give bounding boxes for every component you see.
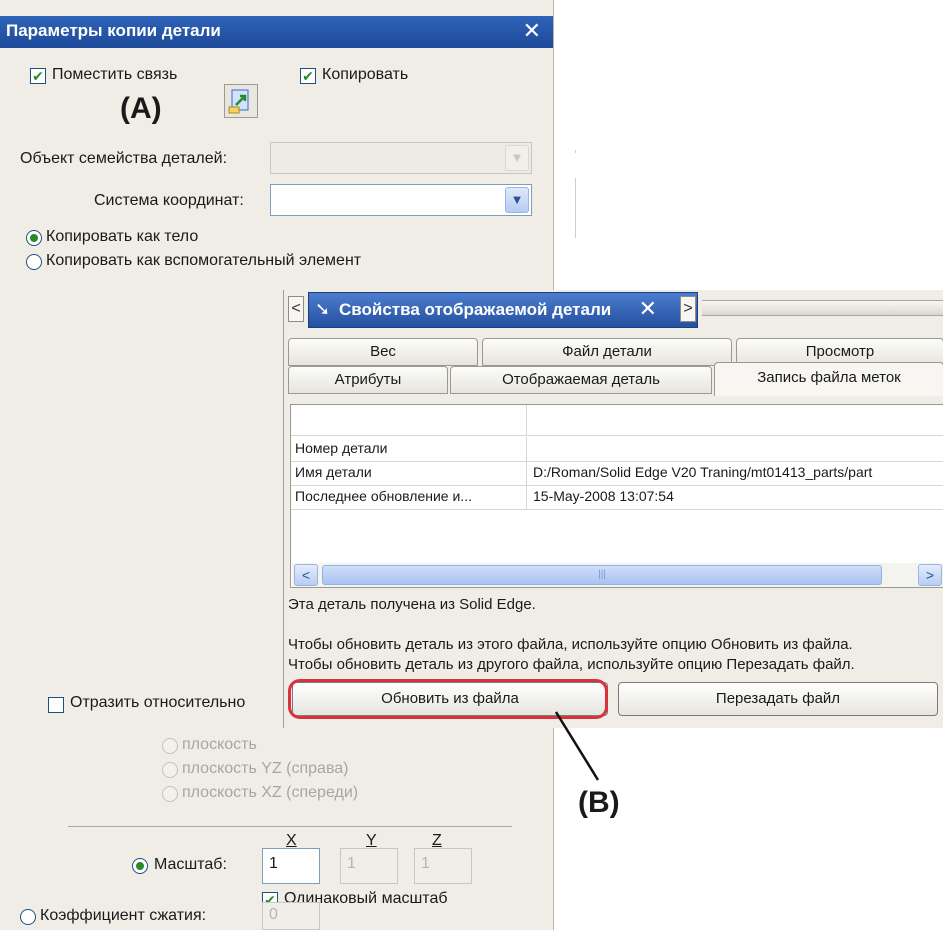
mirror-checkbox[interactable] <box>48 697 64 713</box>
copy-as-body-label: Копировать как тело <box>46 228 199 245</box>
row-name: Последнее обновление и... <box>291 485 527 509</box>
source-text: Эта деталь получена из Solid Edge. <box>288 596 536 613</box>
table-row[interactable]: Номер детали <box>291 437 943 462</box>
link-options-icon[interactable] <box>224 84 258 118</box>
plane-xz-radio[interactable] <box>162 786 178 802</box>
row-name: Номер детали <box>291 437 527 461</box>
annotation-a: (A) <box>120 92 162 125</box>
scale-z-input[interactable]: 1 <box>414 848 472 884</box>
scale-y-input[interactable]: 1 <box>340 848 398 884</box>
grid-header-cell <box>531 405 943 435</box>
scroll-left-button[interactable]: < <box>294 564 318 586</box>
row-name: Имя детали <box>291 461 527 485</box>
plane-yz-label: плоскость YZ (справа) <box>182 760 349 777</box>
dialog-title-bar: Параметры копии детали ✕ <box>0 16 553 48</box>
copy-label: Копировать <box>322 66 409 83</box>
row-value <box>531 437 943 461</box>
family-member-combo[interactable]: ▼ <box>270 142 532 174</box>
properties-title-bar: < ➘ Свойства отображаемой детали ✕ > <box>284 290 943 330</box>
chevron-down-icon[interactable]: ▼ <box>505 187 529 213</box>
shrink-input[interactable]: 0 <box>262 902 320 930</box>
hint-line-1: Чтобы обновить деталь из этого файла, ис… <box>288 636 853 653</box>
tab-displayed-part[interactable]: Отображаемая деталь <box>450 366 712 394</box>
canvas-mark <box>575 150 576 153</box>
close-icon[interactable]: ✕ <box>639 296 657 322</box>
title-bar-filler <box>702 300 943 316</box>
table-row[interactable]: Последнее обновление и... 15-May-2008 13… <box>291 485 943 510</box>
plane-xz-label: плоскость XZ (спереди) <box>182 784 359 801</box>
chevron-down-icon[interactable]: ▼ <box>505 145 529 171</box>
annotation-b: (B) <box>578 786 620 819</box>
copy-checkbox[interactable]: ✔ <box>300 68 316 84</box>
scale-x-input[interactable]: 1 <box>262 848 320 884</box>
shrink-radio[interactable] <box>20 909 36 925</box>
properties-caption: ➘ Свойства отображаемой детали ✕ <box>308 292 698 328</box>
scroll-thumb[interactable]: ||| <box>322 565 882 585</box>
callout-line <box>554 711 600 781</box>
coord-system-combo[interactable]: ▼ <box>270 184 532 216</box>
tab-weight[interactable]: Вес <box>288 338 478 366</box>
tab-attributes[interactable]: Атрибуты <box>288 366 448 394</box>
nav-next-button[interactable]: > <box>680 296 696 322</box>
family-member-label: Объект семейства деталей: <box>20 150 228 167</box>
place-link-label: Поместить связь <box>52 66 178 83</box>
coord-system-label: Система координат: <box>94 192 244 209</box>
divider <box>68 826 512 827</box>
part-properties-panel: < ➘ Свойства отображаемой детали ✕ > Вес… <box>283 290 943 728</box>
tab-label-file-record[interactable]: Запись файла меток <box>714 362 943 396</box>
row-value: D:/Roman/Solid Edge V20 Traning/mt01413_… <box>533 464 873 480</box>
dialog-title: Параметры копии детали <box>6 21 221 40</box>
pin-icon[interactable]: ➘ <box>315 299 330 320</box>
horizontal-scrollbar[interactable]: < ||| > <box>292 563 943 587</box>
hint-line-2: Чтобы обновить деталь из другого файла, … <box>288 656 855 673</box>
tab-part-file[interactable]: Файл детали <box>482 338 732 366</box>
plane-1-label: плоскость <box>182 736 257 753</box>
nav-prev-button[interactable]: < <box>288 296 304 322</box>
mirror-label: Отразить относительно <box>70 694 246 711</box>
shrink-label: Коэффициент сжатия: <box>40 907 207 924</box>
plane-yz-radio[interactable] <box>162 762 178 778</box>
copy-as-construction-label: Копировать как вспомогательный элемент <box>46 252 362 269</box>
grid-header <box>291 405 943 436</box>
scroll-right-button[interactable]: > <box>918 564 942 586</box>
plane-1-radio[interactable] <box>162 738 178 754</box>
row-value: 15-May-2008 13:07:54 <box>533 488 674 504</box>
grid-header-cell <box>291 405 527 435</box>
copy-as-construction-radio[interactable] <box>26 254 42 270</box>
canvas-mark <box>575 178 576 238</box>
properties-grid: Номер детали Имя детали D:/Roman/Solid E… <box>290 404 943 588</box>
reassign-file-button[interactable]: Перезадать файл <box>618 682 938 716</box>
close-icon[interactable]: ✕ <box>523 18 541 44</box>
properties-title: Свойства отображаемой детали <box>339 300 612 319</box>
scale-radio[interactable] <box>132 858 148 874</box>
copy-as-body-radio[interactable] <box>26 230 42 246</box>
table-row[interactable]: Имя детали D:/Roman/Solid Edge V20 Trani… <box>291 461 943 486</box>
scale-label: Масштаб: <box>154 856 227 873</box>
place-link-checkbox[interactable]: ✔ <box>30 68 46 84</box>
